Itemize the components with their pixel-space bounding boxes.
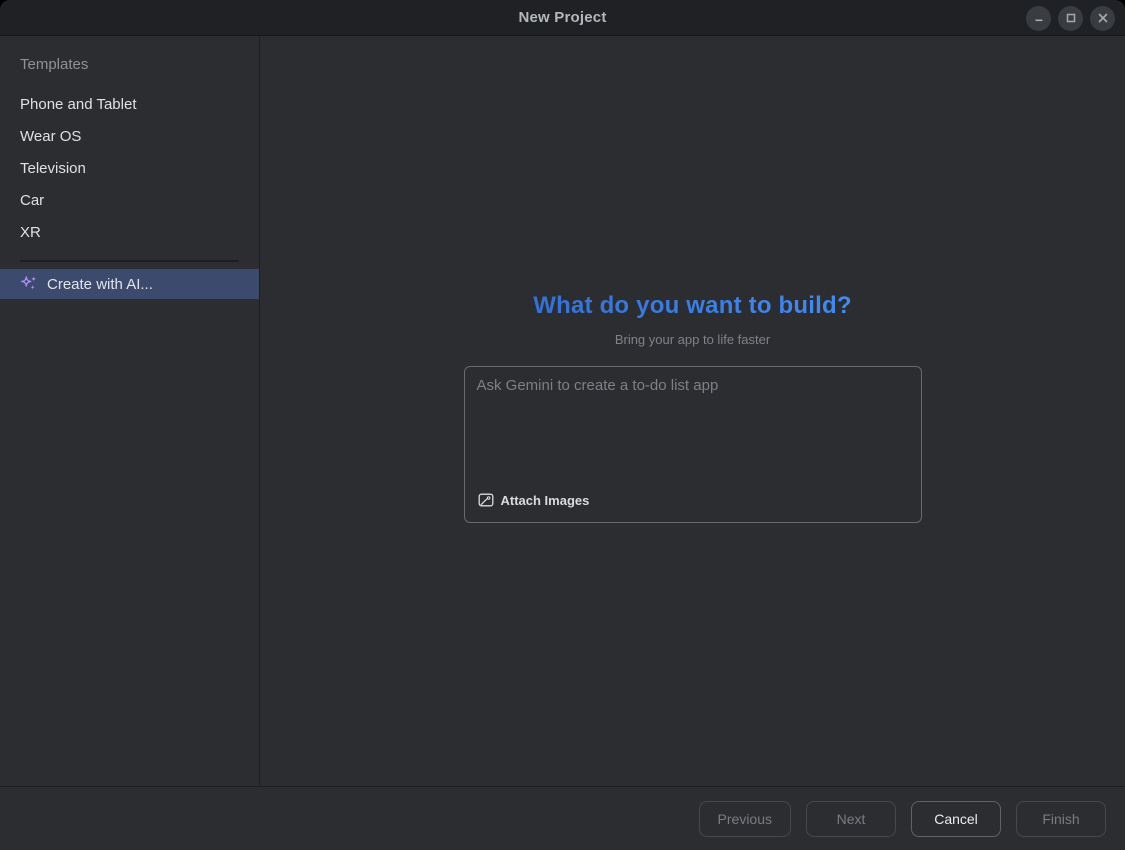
cancel-button[interactable]: Cancel xyxy=(911,801,1001,837)
attach-images-button[interactable]: Attach Images xyxy=(475,490,593,510)
templates-section-label: Templates xyxy=(0,54,259,76)
sidebar-item-car[interactable]: Car xyxy=(0,185,259,217)
next-button[interactable]: Next xyxy=(806,801,896,837)
sidebar-item-create-with-ai[interactable]: Create with AI... xyxy=(0,269,259,299)
sidebar-item-wear-os[interactable]: Wear OS xyxy=(0,121,259,153)
minimize-button[interactable] xyxy=(1026,6,1051,31)
page-subtitle: Bring your app to life faster xyxy=(615,332,770,347)
close-button[interactable] xyxy=(1090,6,1115,31)
window-title: New Project xyxy=(518,9,606,26)
minimize-icon xyxy=(1034,13,1044,23)
window-controls xyxy=(1026,0,1115,36)
attach-row: Attach Images xyxy=(465,490,921,522)
previous-button[interactable]: Previous xyxy=(699,801,791,837)
sidebar-item-television[interactable]: Television xyxy=(0,153,259,185)
gemini-prompt-box: Attach Images xyxy=(464,366,922,523)
gemini-sparkle-icon xyxy=(20,275,38,293)
maximize-icon xyxy=(1066,13,1076,23)
page-title: What do you want to build? xyxy=(533,292,851,320)
close-icon xyxy=(1098,13,1108,23)
image-icon xyxy=(478,492,494,508)
sidebar-item-phone-and-tablet[interactable]: Phone and Tablet xyxy=(0,89,259,121)
maximize-button[interactable] xyxy=(1058,6,1083,31)
sidebar-item-create-with-ai-label: Create with AI... xyxy=(47,276,153,293)
wizard-footer: Previous Next Cancel Finish xyxy=(0,786,1125,850)
finish-button[interactable]: Finish xyxy=(1016,801,1106,837)
gemini-prompt-input[interactable] xyxy=(465,367,921,490)
new-project-dialog: New Project Templates Phone and Tablet W… xyxy=(0,0,1125,850)
titlebar: New Project xyxy=(0,0,1125,36)
sidebar-divider xyxy=(20,260,239,262)
templates-sidebar: Templates Phone and Tablet Wear OS Telev… xyxy=(0,36,260,786)
sidebar-item-xr[interactable]: XR xyxy=(0,217,259,249)
attach-images-label: Attach Images xyxy=(501,493,590,508)
create-with-ai-panel: What do you want to build? Bring your ap… xyxy=(260,36,1125,786)
